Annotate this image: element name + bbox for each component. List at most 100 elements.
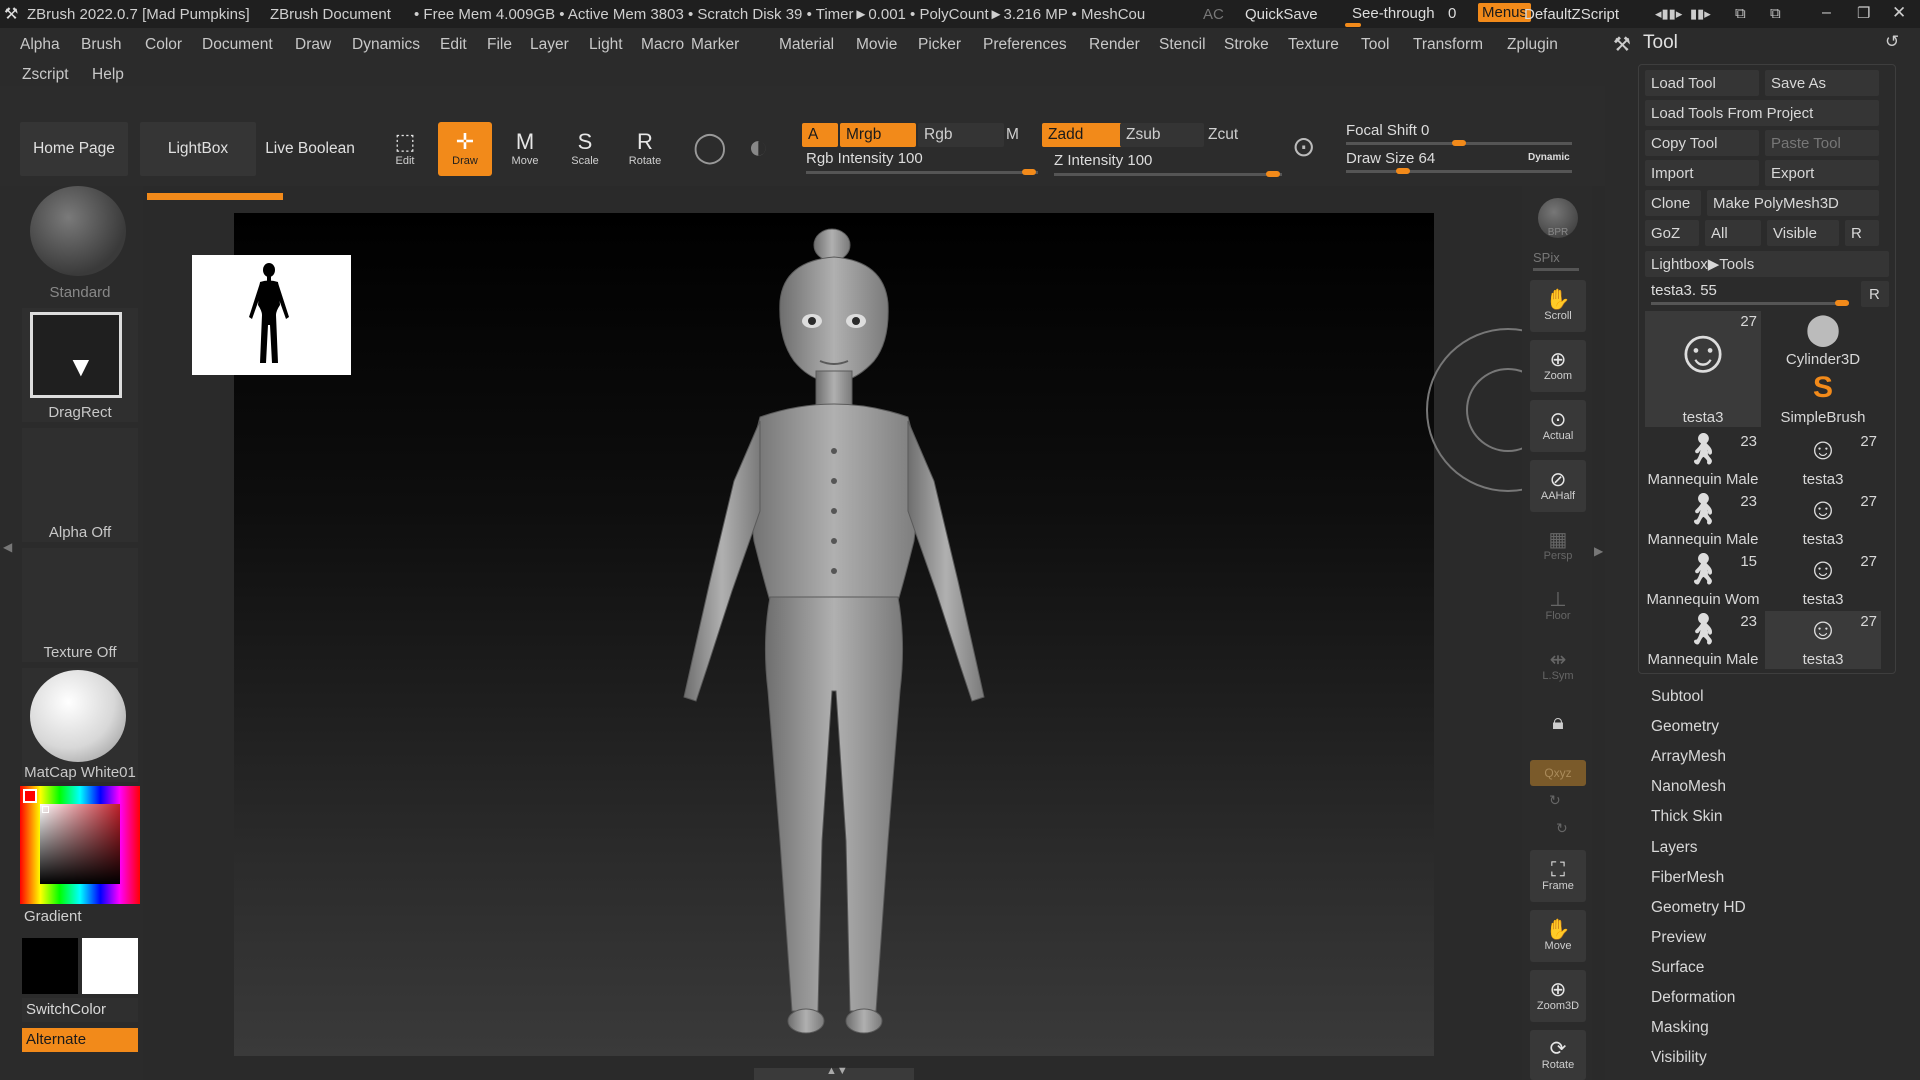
menu-stencil[interactable]: Stencil bbox=[1159, 36, 1206, 54]
character-model[interactable] bbox=[584, 221, 1084, 1051]
menu-zplugin[interactable]: Zplugin bbox=[1507, 36, 1558, 54]
alpha-selector[interactable]: Alpha Off bbox=[22, 428, 138, 542]
tool-thumb-testa3[interactable]: ☺ testa3 27 bbox=[1765, 491, 1881, 549]
persp-button[interactable]: ▦ Persp bbox=[1530, 520, 1586, 572]
tool-r-button[interactable]: R bbox=[1861, 281, 1889, 307]
menu-material[interactable]: Material bbox=[779, 36, 834, 54]
home-page-button[interactable]: Home Page bbox=[20, 122, 128, 176]
menu-zscript[interactable]: Zscript bbox=[22, 66, 69, 84]
tool-thumb-mannequin-male[interactable]: 🚶︎ Mannequin Male 23 bbox=[1645, 611, 1761, 669]
zadd-toggle[interactable]: Zadd bbox=[1042, 123, 1122, 147]
aahalf-button[interactable]: ⊘ AAHalf bbox=[1530, 460, 1586, 512]
menu-transform[interactable]: Transform bbox=[1413, 36, 1483, 54]
tool-thumb-testa3[interactable]: ☺ testa3 27 bbox=[1765, 551, 1881, 609]
visible-button[interactable]: Visible bbox=[1767, 220, 1839, 246]
clone-button[interactable]: Clone bbox=[1645, 190, 1701, 216]
primary-color-swatch[interactable] bbox=[22, 938, 78, 994]
ac-indicator[interactable]: AC bbox=[1203, 6, 1224, 23]
menu-layer[interactable]: Layer bbox=[530, 36, 569, 54]
subpalette-fibermesh[interactable]: FiberMesh bbox=[1651, 869, 1724, 887]
subpalette-subtool[interactable]: Subtool bbox=[1651, 688, 1704, 706]
draw-tool-button[interactable]: ✛ Draw bbox=[438, 122, 492, 176]
make-polymesh3d-button[interactable]: Make PolyMesh3D bbox=[1707, 190, 1879, 216]
edit-tool-button[interactable]: ⬚ Edit bbox=[378, 122, 432, 176]
tool-thumb-cylinder3d[interactable]: ⬤ Cylinder3D bbox=[1765, 311, 1881, 369]
subpalette-thick-skin[interactable]: Thick Skin bbox=[1651, 808, 1723, 826]
floor-button[interactable]: ⊥ Floor bbox=[1530, 580, 1586, 632]
layout-alt-icon[interactable]: ▮▮▸ bbox=[1690, 6, 1711, 22]
see-through-knob[interactable] bbox=[1345, 23, 1361, 27]
subpalette-preview[interactable]: Preview bbox=[1651, 929, 1706, 947]
alpha-mode-toggle[interactable]: A bbox=[802, 123, 838, 147]
copy-tool-button[interactable]: Copy Tool bbox=[1645, 130, 1759, 156]
subpalette-layers[interactable]: Layers bbox=[1651, 839, 1698, 857]
tool-thumb-mannequin-wom[interactable]: 🚶︎ Mannequin Wom 15 bbox=[1645, 551, 1761, 609]
stroke-selector[interactable]: ▼ DragRect bbox=[22, 308, 138, 422]
brush-selector[interactable]: Standard bbox=[22, 186, 138, 302]
subpalette-surface[interactable]: Surface bbox=[1651, 959, 1704, 977]
menu-render[interactable]: Render bbox=[1089, 36, 1140, 54]
layout-icon[interactable]: ◂▮▮▸ bbox=[1655, 6, 1682, 22]
spix-slider[interactable]: SPix bbox=[1533, 250, 1560, 265]
menu-preferences[interactable]: Preferences bbox=[983, 36, 1067, 54]
subpalette-nanomesh[interactable]: NanoMesh bbox=[1651, 778, 1726, 796]
tool-thumb-testa3[interactable]: ☺ testa3 27 bbox=[1765, 611, 1881, 669]
tool-thumb-mannequin-male[interactable]: 🚶︎ Mannequin Male 23 bbox=[1645, 431, 1761, 489]
rotate-tool-button[interactable]: R Rotate bbox=[618, 122, 672, 176]
gradient-toggle[interactable]: Gradient bbox=[24, 908, 82, 925]
r-button[interactable]: R bbox=[1845, 220, 1879, 246]
bpr-button[interactable]: BPR bbox=[1538, 198, 1578, 238]
mrgb-toggle[interactable]: Mrgb bbox=[840, 123, 916, 147]
dynamic-toggle[interactable]: Dynamic bbox=[1528, 152, 1570, 163]
material-sphere-icon[interactable]: ◯ bbox=[693, 130, 727, 165]
actual-button[interactable]: ⊙ Actual bbox=[1530, 400, 1586, 452]
subpalette-visibility[interactable]: Visibility bbox=[1651, 1049, 1707, 1067]
rgb-intensity-slider[interactable]: Rgb Intensity 100 bbox=[800, 147, 1038, 175]
save-as-button[interactable]: Save As bbox=[1765, 70, 1879, 96]
menu-light[interactable]: Light bbox=[589, 36, 623, 54]
texture-selector[interactable]: Texture Off bbox=[22, 548, 138, 662]
focal-shift-slider[interactable]: Focal Shift 0 bbox=[1342, 120, 1572, 148]
subpalette-deformation[interactable]: Deformation bbox=[1651, 989, 1735, 1007]
menu-document[interactable]: Document bbox=[202, 36, 273, 54]
m-toggle[interactable]: M bbox=[1000, 123, 1036, 147]
color-picker[interactable] bbox=[20, 786, 140, 904]
menu-edit[interactable]: Edit bbox=[440, 36, 467, 54]
menu-stroke[interactable]: Stroke bbox=[1224, 36, 1269, 54]
move-tool-button[interactable]: M Move bbox=[498, 122, 552, 176]
subpalette-masking[interactable]: Masking bbox=[1651, 1019, 1709, 1037]
navigator-thumbnail[interactable] bbox=[192, 255, 351, 375]
live-boolean-button[interactable]: Live Boolean bbox=[260, 122, 360, 176]
menu-marker[interactable]: Marker bbox=[691, 36, 739, 54]
zcut-toggle[interactable]: Zcut bbox=[1202, 123, 1282, 147]
window-tile-icon[interactable]: ⧉ bbox=[1735, 5, 1746, 22]
switch-color-button[interactable]: SwitchColor bbox=[22, 998, 138, 1022]
menu-draw[interactable]: Draw bbox=[295, 36, 331, 54]
tool-thumb-mannequin-male[interactable]: 🚶︎ Mannequin Male 23 bbox=[1645, 491, 1761, 549]
secondary-color-swatch[interactable] bbox=[82, 938, 138, 994]
document-canvas[interactable] bbox=[192, 213, 1590, 1056]
close-icon[interactable]: ✕ bbox=[1892, 3, 1906, 23]
see-through-slider[interactable]: See-through 0 bbox=[1345, 2, 1465, 27]
scroll-button[interactable]: ✋ Scroll bbox=[1530, 280, 1586, 332]
zsub-toggle[interactable]: Zsub bbox=[1120, 123, 1204, 147]
default-zscript-button[interactable]: DefaultZScript bbox=[1524, 6, 1619, 23]
left-tray-collapse-icon[interactable]: ◀ bbox=[3, 540, 12, 554]
menu-dynamics[interactable]: Dynamics bbox=[352, 36, 420, 54]
xyz-symmetry-toggle[interactable]: Qxyz bbox=[1530, 760, 1586, 786]
right-tray-collapse-icon[interactable]: ▶ bbox=[1594, 544, 1603, 558]
scale-tool-button[interactable]: S Scale bbox=[558, 122, 612, 176]
minimize-icon[interactable]: – bbox=[1822, 4, 1831, 22]
alternate-toggle[interactable]: Alternate bbox=[22, 1028, 138, 1052]
lightbox-button[interactable]: LightBox bbox=[140, 122, 256, 176]
restore-icon[interactable]: ❐ bbox=[1857, 4, 1870, 22]
move-view-button[interactable]: ✋ Move bbox=[1530, 910, 1586, 962]
goz-button[interactable]: GoZ bbox=[1645, 220, 1699, 246]
quicksave-button[interactable]: QuickSave bbox=[1245, 6, 1318, 23]
menu-picker[interactable]: Picker bbox=[918, 36, 961, 54]
load-tools-from-project-button[interactable]: Load Tools From Project bbox=[1645, 100, 1879, 126]
subpalette-geometry-hd[interactable]: Geometry HD bbox=[1651, 899, 1746, 917]
zoom-button[interactable]: ⊕ Zoom bbox=[1530, 340, 1586, 392]
menu-color[interactable]: Color bbox=[145, 36, 182, 54]
color-saturation-square[interactable] bbox=[40, 804, 120, 884]
